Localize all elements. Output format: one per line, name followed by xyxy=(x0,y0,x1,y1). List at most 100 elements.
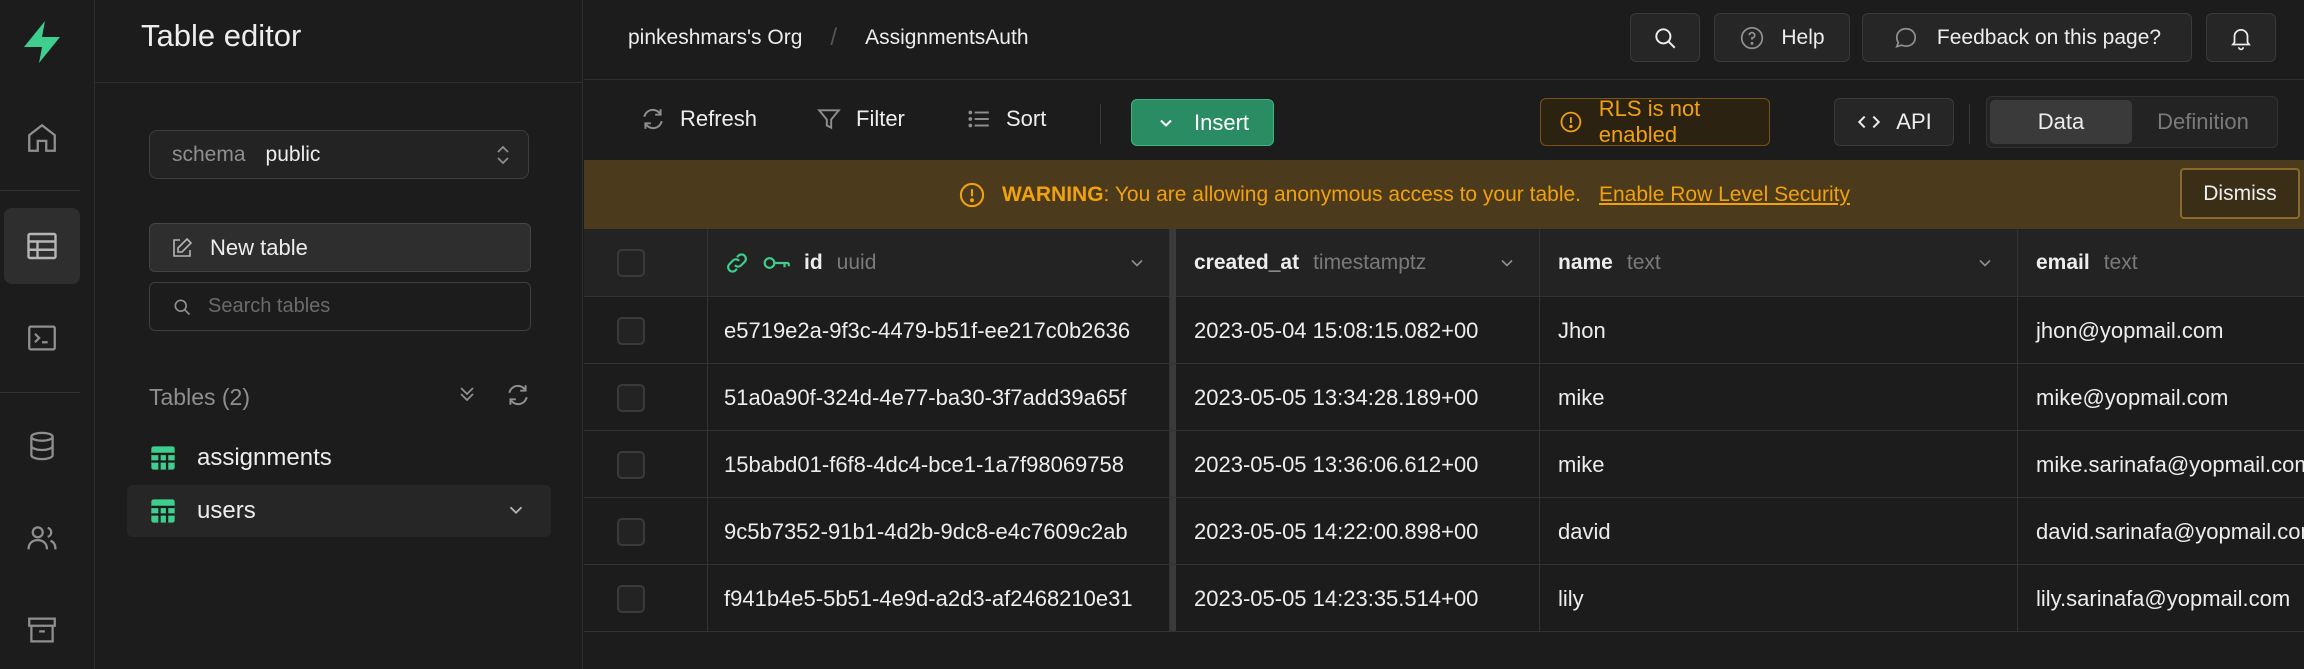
column-header-email[interactable]: email text xyxy=(2018,229,2304,296)
chat-bubble-icon xyxy=(1895,27,1916,48)
column-header-name[interactable]: name text xyxy=(1540,229,2018,296)
cell-id[interactable]: 15babd01-f6f8-4dc4-bce1-1a7f98069758 xyxy=(708,431,1170,498)
row-checkbox[interactable] xyxy=(616,383,645,412)
schema-selector[interactable]: schema public xyxy=(149,130,529,179)
cell-email[interactable]: david.sarinafa@yopmail.com xyxy=(2018,498,2304,565)
table-editor-icon[interactable] xyxy=(4,208,80,284)
chevron-down-icon[interactable] xyxy=(505,499,527,528)
notifications-button[interactable] xyxy=(2206,13,2276,62)
database-icon[interactable] xyxy=(4,408,80,484)
link-icon xyxy=(727,252,747,273)
filter-button[interactable]: Filter xyxy=(816,106,905,132)
row-select-cell xyxy=(584,498,708,565)
cell-created-at[interactable]: 2023-05-05 14:22:00.898+00 xyxy=(1176,498,1540,565)
row-select-cell xyxy=(584,431,708,498)
row-checkbox[interactable] xyxy=(616,517,645,546)
column-header-created-at[interactable]: created_at timestamptz xyxy=(1176,229,1540,296)
warning-message: : You are allowing anonymous access to y… xyxy=(1103,182,1581,206)
enable-rls-link[interactable]: Enable Row Level Security xyxy=(1599,183,1850,207)
cell-id[interactable]: e5719e2a-9f3c-4479-b51f-ee217c0b2636 xyxy=(708,297,1170,364)
sidebar-divider xyxy=(95,82,583,83)
search-tables-input[interactable] xyxy=(208,295,488,318)
sort-label: Sort xyxy=(1006,106,1047,131)
row-select-cell xyxy=(584,364,708,431)
table-icon xyxy=(151,446,175,470)
column-type: text xyxy=(1626,250,1661,274)
rail-divider xyxy=(0,392,80,393)
cell-id[interactable]: f941b4e5-5b51-4e9d-a2d3-af2468210e31 xyxy=(708,565,1170,632)
key-icon xyxy=(763,256,790,269)
breadcrumb: pinkeshmars's Org / AssignmentsAuth xyxy=(628,24,1029,52)
row-checkbox[interactable] xyxy=(616,316,645,345)
cell-created-at[interactable]: 2023-05-05 13:34:28.189+00 xyxy=(1176,364,1540,431)
tab-data[interactable]: Data xyxy=(1990,100,2132,144)
row-select-cell xyxy=(584,297,708,364)
api-button[interactable]: API xyxy=(1834,98,1954,146)
breadcrumb-org[interactable]: pinkeshmars's Org xyxy=(628,26,802,50)
help-label: Help xyxy=(1781,25,1825,49)
cell-created-at[interactable]: 2023-05-04 15:08:15.082+00 xyxy=(1176,297,1540,364)
refresh-label: Refresh xyxy=(680,106,758,131)
search-icon xyxy=(174,299,191,316)
chevron-down-icon[interactable] xyxy=(1497,253,1517,279)
refresh-tables-icon[interactable] xyxy=(505,382,531,414)
cell-id[interactable]: 51a0a90f-324d-4e77-ba30-3f7add39a65f xyxy=(708,364,1170,431)
supabase-logo-icon[interactable] xyxy=(14,14,70,70)
column-header-id[interactable]: id uuid xyxy=(708,229,1170,296)
tab-definition[interactable]: Definition xyxy=(2132,100,2274,144)
feedback-label: Feedback on this page? xyxy=(1936,25,2162,49)
collapse-all-icon[interactable] xyxy=(455,382,479,414)
sort-button[interactable]: Sort xyxy=(966,106,1046,132)
cell-name[interactable]: mike xyxy=(1540,364,2018,431)
rls-status-button[interactable]: RLS is not enabled xyxy=(1540,96,1770,147)
help-button[interactable]: Help xyxy=(1714,13,1850,62)
sql-editor-icon[interactable] xyxy=(4,300,80,376)
chevron-down-icon[interactable] xyxy=(1127,253,1147,279)
row-select-cell xyxy=(584,565,708,632)
cell-email[interactable]: mike.sarinafa@yopmail.com xyxy=(2018,431,2304,498)
cell-name[interactable]: mike xyxy=(1540,431,2018,498)
new-table-button[interactable]: New table xyxy=(149,223,531,272)
list-icon xyxy=(968,110,989,128)
chevron-down-icon[interactable] xyxy=(1975,253,1995,279)
breadcrumb-separator: / xyxy=(830,24,838,51)
insert-button[interactable]: Insert xyxy=(1131,99,1274,146)
search-button[interactable] xyxy=(1630,13,1700,62)
data-grid: id uuid created_at timestamptz name text… xyxy=(584,229,2304,669)
auth-icon[interactable] xyxy=(4,500,80,576)
search-tables-field[interactable] xyxy=(149,282,531,331)
cell-name[interactable]: david xyxy=(1540,498,2018,565)
alert-circle-icon xyxy=(959,182,985,207)
cell-email[interactable]: mike@yopmail.com xyxy=(2018,364,2304,431)
cell-id[interactable]: 9c5b7352-91b1-4d2b-9dc8-e4c7609c2ab xyxy=(708,498,1170,565)
table-icon xyxy=(151,499,175,523)
table-item-assignments[interactable]: assignments xyxy=(127,432,551,484)
select-all-checkbox[interactable] xyxy=(616,248,645,277)
storage-icon[interactable] xyxy=(4,592,80,668)
feedback-button[interactable]: Feedback on this page? xyxy=(1862,13,2192,62)
home-icon[interactable] xyxy=(4,100,80,176)
sidebar-title: Table editor xyxy=(141,18,302,53)
cell-name[interactable]: Jhon xyxy=(1540,297,2018,364)
dismiss-button[interactable]: Dismiss xyxy=(2180,168,2300,219)
cell-created-at[interactable]: 2023-05-05 14:23:35.514+00 xyxy=(1176,565,1540,632)
refresh-button[interactable]: Refresh xyxy=(640,106,757,132)
cell-name[interactable]: lily xyxy=(1540,565,2018,632)
breadcrumb-project[interactable]: AssignmentsAuth xyxy=(865,26,1028,50)
cell-email[interactable]: jhon@yopmail.com xyxy=(2018,297,2304,364)
insert-label: Insert xyxy=(1193,109,1250,135)
table-name: users xyxy=(197,497,256,524)
column-type: text xyxy=(2103,250,2138,274)
filter-icon xyxy=(817,109,841,130)
row-checkbox[interactable] xyxy=(616,584,645,613)
cell-email[interactable]: lily.sarinafa@yopmail.com xyxy=(2018,565,2304,632)
toolbar-divider xyxy=(1969,104,1970,144)
column-name: email xyxy=(2036,250,2090,274)
schema-value: public xyxy=(265,142,321,166)
view-toggle: Data Definition xyxy=(1986,96,2278,148)
edit-icon xyxy=(173,237,193,257)
row-checkbox[interactable] xyxy=(616,450,645,479)
table-item-users[interactable]: users xyxy=(127,485,551,537)
cell-created-at[interactable]: 2023-05-05 13:36:06.612+00 xyxy=(1176,431,1540,498)
rail-divider xyxy=(0,190,80,191)
